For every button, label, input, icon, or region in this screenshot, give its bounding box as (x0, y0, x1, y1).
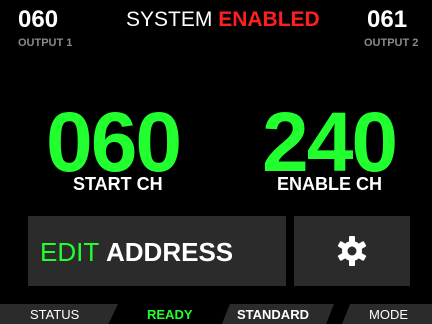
ready-value: READY (147, 307, 193, 322)
mode-label[interactable]: MODE (369, 308, 408, 322)
enable-channel-label: ENABLE CH (277, 174, 383, 194)
output2-value: 061 (367, 6, 408, 33)
device-screen: 060 OUTPUT 1 SYSTEM ENABLED 061 OUTPUT 2… (0, 0, 432, 324)
settings-button[interactable] (294, 216, 410, 286)
output1-label: OUTPUT 1 (18, 37, 73, 49)
profile-value[interactable]: STANDARD (237, 308, 309, 322)
edit-address-label: EDIT ADDRESS (40, 238, 233, 266)
status-bar: STATUS READY STANDARD MODE (0, 304, 432, 324)
system-label: SYSTEM (126, 8, 213, 31)
system-state: ENABLED (218, 8, 320, 31)
edit-address-button[interactable]: EDIT ADDRESS (28, 216, 286, 286)
output2-label: OUTPUT 2 (364, 37, 419, 49)
start-channel-value[interactable]: 060 (46, 100, 182, 184)
output1-value: 060 (18, 6, 59, 33)
start-channel-label: START CH (73, 174, 163, 194)
edit-prefix: EDIT (40, 237, 99, 267)
enable-channel-value[interactable]: 240 (262, 100, 398, 184)
status-label: STATUS (30, 307, 80, 322)
gear-icon (337, 236, 367, 266)
system-status: SYSTEM ENABLED (126, 8, 326, 32)
edit-main: ADDRESS (106, 237, 234, 267)
